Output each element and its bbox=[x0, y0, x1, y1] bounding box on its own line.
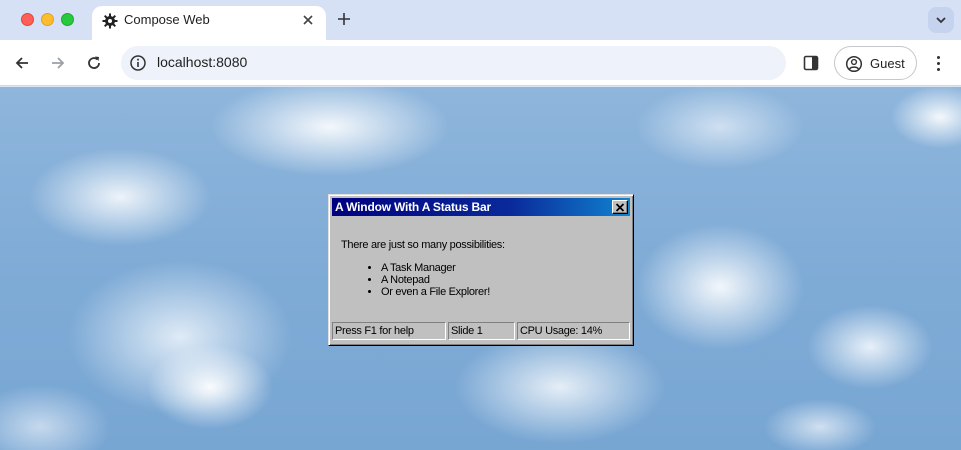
window-content: There are just so many possibilities: A … bbox=[341, 239, 623, 298]
status-cpu: CPU Usage: 14% bbox=[517, 322, 630, 340]
maximize-window-button[interactable] bbox=[61, 13, 74, 26]
browser-toolbar: localhost:8080 Guest bbox=[0, 40, 961, 86]
close-icon[interactable] bbox=[300, 12, 316, 28]
close-icon[interactable] bbox=[612, 200, 628, 214]
window-titlebar[interactable]: A Window With A Status Bar bbox=[332, 198, 630, 216]
side-panel-icon[interactable] bbox=[801, 53, 821, 73]
page-viewport: A Window With A Status Bar There are jus… bbox=[0, 87, 961, 450]
list-item: A Notepad bbox=[381, 274, 623, 286]
minimize-window-button[interactable] bbox=[41, 13, 54, 26]
more-vertical-icon[interactable] bbox=[928, 52, 948, 74]
plus-icon[interactable] bbox=[335, 9, 353, 29]
possibilities-list: A Task Manager A Notepad Or even a File … bbox=[341, 262, 623, 298]
window-title: A Window With A Status Bar bbox=[335, 200, 491, 214]
profile-label: Guest bbox=[870, 56, 905, 71]
status-bar: Press F1 for help Slide 1 CPU Usage: 14% bbox=[332, 322, 630, 340]
list-item: Or even a File Explorer! bbox=[381, 286, 623, 298]
status-help: Press F1 for help bbox=[332, 322, 446, 340]
account-circle-icon bbox=[845, 55, 863, 73]
address-bar[interactable]: localhost:8080 bbox=[121, 46, 786, 80]
intro-text: There are just so many possibilities: bbox=[341, 239, 505, 251]
reload-icon[interactable] bbox=[82, 51, 106, 75]
chevron-down-icon[interactable] bbox=[928, 7, 954, 33]
list-item: A Task Manager bbox=[381, 262, 623, 274]
status-slide: Slide 1 bbox=[448, 322, 515, 340]
tab-strip: Compose Web bbox=[0, 0, 961, 40]
close-window-button[interactable] bbox=[21, 13, 34, 26]
arrow-right-icon[interactable] bbox=[46, 51, 70, 75]
tab-title: Compose Web bbox=[124, 12, 210, 27]
status-bar-window: A Window With A Status Bar There are jus… bbox=[328, 194, 634, 346]
profile-button[interactable]: Guest bbox=[834, 46, 917, 80]
arrow-left-icon[interactable] bbox=[10, 51, 34, 75]
info-icon[interactable] bbox=[129, 54, 147, 72]
browser-tab[interactable]: Compose Web bbox=[92, 6, 326, 40]
url-text[interactable]: localhost:8080 bbox=[157, 54, 247, 70]
gear-icon bbox=[102, 13, 118, 29]
